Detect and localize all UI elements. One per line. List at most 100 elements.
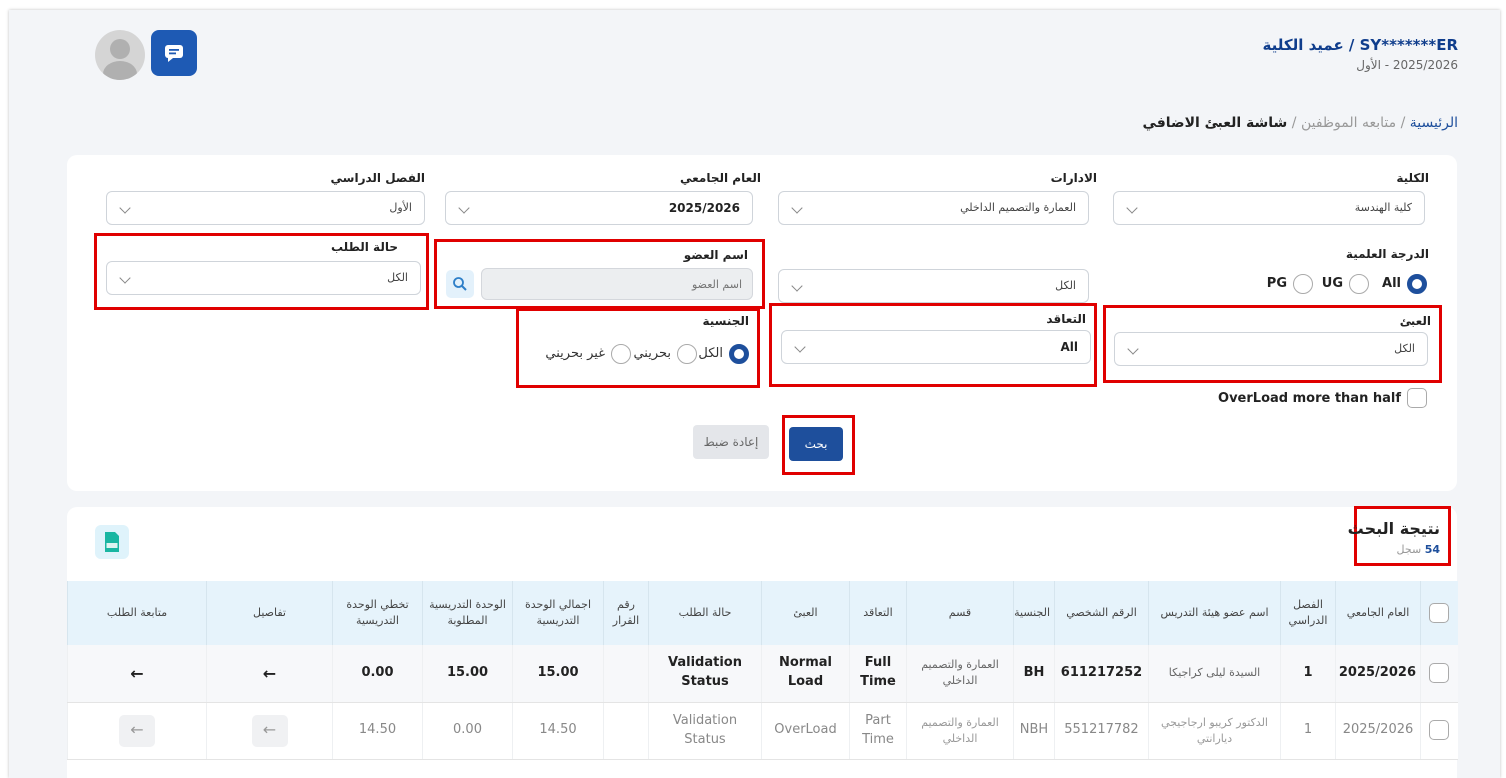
member-name-label: اسم العضو (683, 248, 748, 262)
table-row[interactable]: 2025/2026 1 الدكتور كريبو ارجاجيجي ديارا… (67, 702, 1458, 760)
row-checkbox[interactable] (1429, 720, 1450, 741)
arrow-left-icon[interactable]: ← (251, 714, 288, 747)
results-count-unit: سجل (1396, 543, 1422, 556)
column-header[interactable]: الجنسية (1013, 581, 1055, 645)
nationality-radio-all[interactable] (729, 344, 749, 364)
column-header[interactable]: حالة الطلب (648, 581, 762, 645)
user-term: 2025/2026 - الأول (1356, 58, 1458, 72)
cell-id: 551217782 (1054, 702, 1149, 760)
request-status-highlight: حالة الطلب الكل (94, 233, 429, 310)
xls-file-icon (105, 532, 119, 552)
column-header[interactable]: اسم عضو هيئة التدريس (1148, 581, 1281, 645)
column-header[interactable]: قسم (906, 581, 1014, 645)
nationality-radio-bahraini[interactable] (677, 344, 697, 364)
user-avatar[interactable] (95, 30, 145, 80)
details-cell: ← (206, 702, 333, 760)
app-frame: SY*******ER / عميد الكلية 2025/2026 - ال… (9, 10, 1500, 778)
degree-radio-all[interactable] (1407, 274, 1427, 294)
contract-highlight: التعاقد All (769, 303, 1097, 387)
overload-checkbox[interactable] (1407, 388, 1427, 408)
follow-up-cell: ← (67, 645, 207, 703)
cell-nationality: NBH (1013, 702, 1055, 760)
cell-nationality: BH (1013, 645, 1055, 703)
college-label: الكلية (1396, 171, 1429, 185)
chevron-down-icon (1127, 343, 1139, 355)
load-highlight: العبئ الكل (1103, 305, 1442, 383)
column-header[interactable]: رقم القرار (603, 581, 649, 645)
request-status-select[interactable]: الكل (106, 261, 421, 295)
breadcrumb: الرئيسية / متابعه الموظفين / شاشة العبئ … (1142, 115, 1458, 131)
cell-contract: Part Time (849, 702, 907, 760)
semester-value: الأول (389, 201, 412, 214)
member-search-button[interactable] (446, 270, 474, 298)
unlabeled-select[interactable]: الكل (778, 269, 1089, 303)
arrow-left-icon[interactable]: ← (263, 664, 276, 683)
reset-button[interactable]: إعادة ضبط (693, 425, 769, 459)
column-header[interactable]: الرقم الشخصي (1054, 581, 1149, 645)
export-excel-button[interactable] (95, 525, 129, 559)
results-count: 54 سجل (1397, 543, 1440, 556)
cell-department: العمارة والتصميم الداخلي (906, 645, 1014, 703)
details-cell: ← (206, 645, 333, 703)
request-status-value: الكل (387, 271, 408, 284)
arrow-left-icon[interactable]: ← (130, 664, 143, 683)
row-checkbox[interactable] (1429, 663, 1450, 684)
cell-semester: 1 (1280, 702, 1336, 760)
degree-radio-ug[interactable] (1349, 274, 1369, 294)
breadcrumb-separator: / (1400, 115, 1406, 131)
search-button[interactable]: بحث (789, 427, 843, 461)
column-header[interactable]: اجمالي الوحدة التدريسية (512, 581, 604, 645)
cell-year: 2025/2026 (1335, 702, 1421, 760)
breadcrumb-section[interactable]: متابعه الموظفين (1301, 115, 1396, 131)
results-count-value: 54 (1424, 543, 1440, 556)
degree-radio-pg[interactable] (1293, 274, 1313, 294)
department-select[interactable]: العمارة والتصميم الداخلي (778, 191, 1089, 225)
chevron-down-icon (794, 341, 806, 353)
cell-year: 2025/2026 (1335, 645, 1421, 703)
column-header[interactable]: الفصل الدراسي (1280, 581, 1336, 645)
request-status-label: حالة الطلب (330, 240, 398, 254)
degree-option-pg: PG (1266, 276, 1287, 291)
cell-contract: Full Time (849, 645, 907, 703)
results-card: نتيجة البحث 54 سجل العام الجامعي الفصل ا… (67, 506, 1458, 778)
column-header[interactable]: تخطي الوحدة التدريسية (332, 581, 423, 645)
row-select-cell (1420, 645, 1458, 703)
chat-icon (165, 45, 183, 62)
arrow-left-icon[interactable]: ← (119, 714, 155, 747)
cell-load: OverLoad (761, 702, 850, 760)
college-select[interactable]: كلية الهندسة (1113, 191, 1425, 225)
member-name-input[interactable] (481, 268, 753, 300)
breadcrumb-home[interactable]: الرئيسية (1410, 115, 1458, 131)
user-name[interactable]: SY*******ER / عميد الكلية (1263, 36, 1458, 54)
column-header[interactable]: التعاقد (849, 581, 907, 645)
select-all-checkbox[interactable] (1429, 603, 1450, 623)
column-header[interactable]: الوحدة التدريسية المطلوبة (422, 581, 513, 645)
college-value: كلية الهندسة (1354, 201, 1412, 214)
cell-name: الدكتور كريبو ارجاجيجي ديارانتي (1148, 702, 1281, 760)
results-table-wrapper: العام الجامعي الفصل الدراسي اسم عضو هيئة… (67, 581, 1458, 760)
cell-status: Validation Status (648, 702, 762, 760)
contract-label: التعاقد (1046, 312, 1086, 326)
contract-value: All (1060, 340, 1078, 354)
chevron-down-icon (119, 202, 131, 214)
nationality-option-all: الكل (698, 346, 723, 361)
semester-select[interactable]: الأول (106, 191, 425, 225)
nationality-radio-non-bahraini[interactable] (611, 344, 631, 364)
table-row[interactable]: 2025/2026 1 السيدة ليلى كراجيكا 61121725… (67, 645, 1458, 703)
cell-department: العمارة والتصميم الداخلي (906, 702, 1014, 760)
load-select[interactable]: الكل (1114, 332, 1428, 366)
overload-label: OverLoad more than half (1218, 391, 1401, 406)
cell-decision (603, 702, 649, 760)
chevron-down-icon (791, 280, 803, 292)
academic-year-select[interactable]: 2025/2026 (445, 191, 753, 225)
messages-button[interactable] (151, 30, 197, 76)
cell-required: 0.00 (422, 702, 513, 760)
column-header[interactable]: متابعة الطلب (67, 581, 207, 645)
filters-card: الكلية كلية الهندسة الادارات العمارة وال… (67, 155, 1457, 491)
contract-select[interactable]: All (781, 330, 1091, 364)
column-header[interactable]: العام الجامعي (1335, 581, 1421, 645)
column-header[interactable]: تفاصيل (206, 581, 333, 645)
member-name-highlight: اسم العضو (434, 239, 765, 309)
cell-status: Validation Status (648, 645, 762, 703)
column-header[interactable]: العبئ (761, 581, 850, 645)
